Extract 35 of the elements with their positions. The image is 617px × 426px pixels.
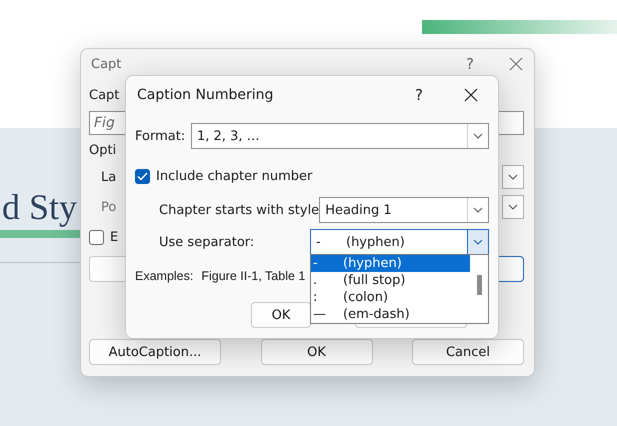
autocaption-button[interactable]: AutoCaption... [89, 339, 221, 365]
chevron-icon [473, 133, 483, 139]
chevron-icon [508, 174, 518, 180]
examples-text: Figure II-1, Table 1 [201, 269, 306, 283]
cancel-button[interactable]: Cancel [412, 339, 524, 365]
chapter-style-label: Chapter starts with style [159, 202, 320, 218]
help-button[interactable]: ? [466, 55, 474, 73]
position-dropdown[interactable] [502, 195, 524, 219]
ok-button[interactable]: OK [251, 302, 311, 328]
caption-label: Capt [89, 88, 120, 102]
label-dropdown[interactable] [502, 165, 524, 189]
help-button[interactable]: ? [415, 86, 423, 104]
format-dropdown[interactable]: 1, 2, 3, … [191, 123, 489, 149]
document-heading: d Sty [2, 188, 78, 226]
exclude-checkbox[interactable] [89, 230, 104, 244]
format-label: Format: [135, 128, 186, 144]
include-chapter-label: Include chapter number [156, 168, 312, 184]
exclude-label: E [110, 230, 118, 244]
label-label: La [100, 170, 116, 184]
scrollbar-thumb[interactable] [476, 275, 482, 295]
chapter-style-dropdown[interactable]: Heading 1 [319, 197, 489, 223]
examples-label: Examples: [135, 269, 194, 283]
close-icon[interactable] [463, 87, 479, 103]
position-label: Po [100, 200, 116, 214]
separator-dropdown[interactable]: - (hyphen) [310, 229, 489, 255]
separator-option[interactable]: - (hyphen) [311, 255, 470, 272]
chevron-icon [473, 239, 483, 245]
chevron-icon [473, 207, 483, 213]
separator-label: Use separator: [159, 234, 254, 250]
dialog-title: Caption Numbering [136, 87, 274, 103]
include-chapter-checkbox[interactable] [135, 168, 150, 184]
chevron-icon [508, 204, 518, 210]
dialog-title: Capt [90, 56, 122, 72]
options-label: Opti [89, 142, 116, 158]
ok-button[interactable]: OK [260, 339, 372, 365]
